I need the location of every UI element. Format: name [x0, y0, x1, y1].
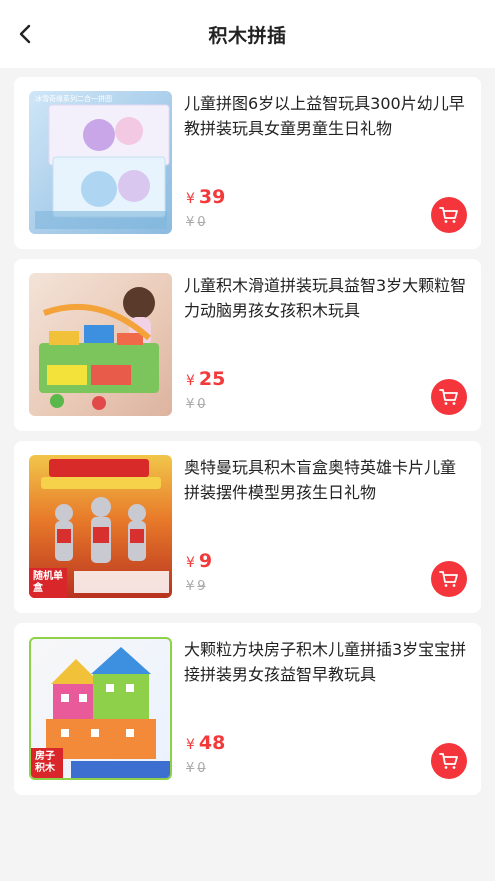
page-title: 积木拼插	[208, 24, 287, 47]
image-tag: 房子积木	[31, 748, 63, 778]
cart-icon	[439, 389, 458, 405]
original-price-value: 0	[197, 215, 206, 230]
product-card[interactable]: 儿童积木滑道拼装玩具益智3岁大颗粒智力动脑男孩女孩积木玩具 ¥ 25 ¥0	[14, 259, 481, 431]
puzzle-box-illustration	[35, 104, 170, 229]
product-price: ¥ 9	[186, 550, 212, 572]
product-list: 冰雪奇缘系列二合一拼图 儿童拼图6岁以上益智玩具300片幼儿早教拼装玩具女童男童…	[0, 68, 495, 795]
currency-symbol: ¥	[186, 761, 195, 776]
cart-icon	[439, 207, 458, 223]
product-image[interactable]: 房子积木	[29, 637, 172, 780]
add-to-cart-button[interactable]	[431, 743, 467, 779]
original-price: ¥9	[186, 579, 206, 594]
product-info: 大颗粒方块房子积木儿童拼插3岁宝宝拼接拼装男女孩益智早教玩具 ¥ 48 ¥0	[184, 637, 467, 781]
price-value: 9	[198, 550, 213, 572]
product-name[interactable]: 儿童拼图6岁以上益智玩具300片幼儿早教拼装玩具女童男童生日礼物	[184, 91, 467, 141]
add-to-cart-button[interactable]	[431, 197, 467, 233]
product-card[interactable]: 冰雪奇缘系列二合一拼图 儿童拼图6岁以上益智玩具300片幼儿早教拼装玩具女童男童…	[14, 77, 481, 249]
currency-symbol: ¥	[186, 215, 195, 230]
block-slide-illustration	[39, 287, 159, 410]
original-price: ¥0	[186, 397, 206, 412]
currency-symbol: ¥	[186, 373, 195, 389]
price-value: 25	[198, 368, 226, 390]
original-price-value: 0	[197, 397, 206, 412]
image-caption: 冰雪奇缘系列二合一拼图	[35, 95, 112, 103]
currency-symbol: ¥	[186, 737, 195, 753]
back-button[interactable]	[14, 22, 36, 46]
product-card[interactable]: 房子积木 大颗粒方块房子积木儿童拼插3岁宝宝拼接拼装男女孩益智早教玩具 ¥ 48…	[14, 623, 481, 795]
original-price: ¥0	[186, 761, 206, 776]
original-price-value: 0	[197, 761, 206, 776]
chevron-left-icon	[19, 24, 31, 44]
product-price: ¥ 39	[186, 186, 225, 208]
top-bar: 积木拼插	[0, 0, 495, 68]
product-info: 奥特曼玩具积木盲盒奥特英雄卡片儿童拼装摆件模型男孩生日礼物 ¥ 9 ¥9	[184, 455, 467, 599]
product-image[interactable]	[29, 273, 172, 416]
product-name[interactable]: 儿童积木滑道拼装玩具益智3岁大颗粒智力动脑男孩女孩积木玩具	[184, 273, 467, 323]
currency-symbol: ¥	[186, 555, 195, 571]
product-info: 儿童积木滑道拼装玩具益智3岁大颗粒智力动脑男孩女孩积木玩具 ¥ 25 ¥0	[184, 273, 467, 417]
product-price: ¥ 48	[186, 732, 225, 754]
product-price: ¥ 25	[186, 368, 225, 390]
product-image[interactable]: 冰雪奇缘系列二合一拼图	[29, 91, 172, 234]
product-card[interactable]: 随机单盒 奥特曼玩具积木盲盒奥特英雄卡片儿童拼装摆件模型男孩生日礼物 ¥ 9 ¥…	[14, 441, 481, 613]
image-tag: 随机单盒	[29, 568, 67, 598]
add-to-cart-button[interactable]	[431, 561, 467, 597]
cart-icon	[439, 571, 458, 587]
original-price: ¥0	[186, 215, 206, 230]
currency-symbol: ¥	[186, 579, 195, 594]
price-value: 39	[198, 186, 226, 208]
product-name[interactable]: 大颗粒方块房子积木儿童拼插3岁宝宝拼接拼装男女孩益智早教玩具	[184, 637, 467, 687]
cart-icon	[439, 753, 458, 769]
product-info: 儿童拼图6岁以上益智玩具300片幼儿早教拼装玩具女童男童生日礼物 ¥ 39 ¥0	[184, 91, 467, 235]
product-image[interactable]: 随机单盒	[29, 455, 172, 598]
product-name[interactable]: 奥特曼玩具积木盲盒奥特英雄卡片儿童拼装摆件模型男孩生日礼物	[184, 455, 467, 505]
add-to-cart-button[interactable]	[431, 379, 467, 415]
currency-symbol: ¥	[186, 397, 195, 412]
currency-symbol: ¥	[186, 191, 195, 207]
price-value: 48	[198, 732, 226, 754]
original-price-value: 9	[197, 579, 206, 594]
